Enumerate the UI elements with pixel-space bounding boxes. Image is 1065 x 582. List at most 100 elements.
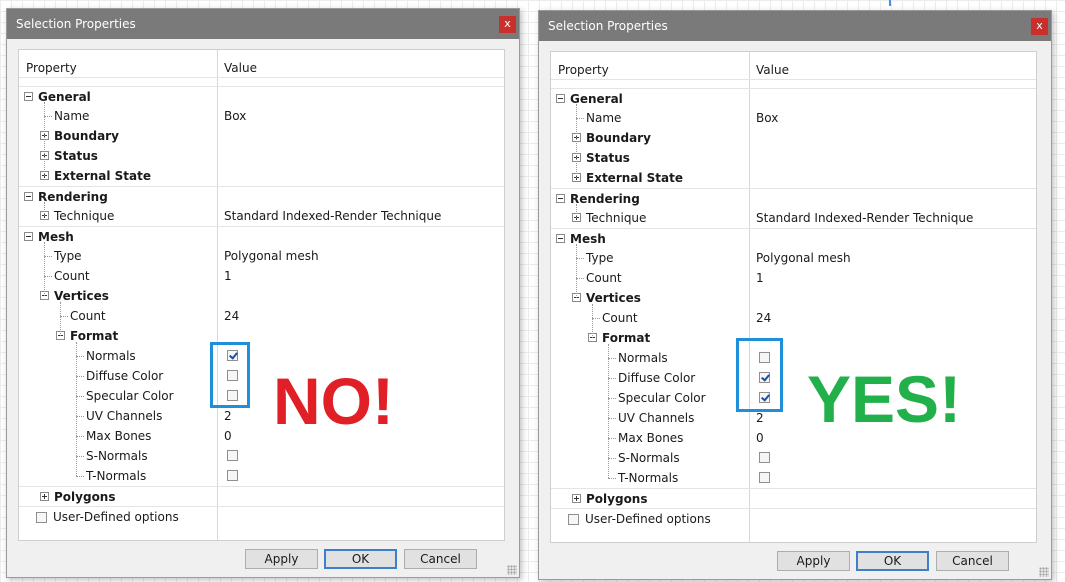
property-row-specular-color[interactable]: Specular Color bbox=[551, 388, 1036, 408]
checkbox-highlight-box bbox=[210, 342, 250, 408]
property-row-user-defined-options[interactable]: User-Defined options bbox=[19, 506, 504, 526]
property-label: Status bbox=[586, 151, 630, 165]
selection-properties-dialog-right: Selection Properties x Property Value Genera… bbox=[538, 10, 1052, 580]
tree-connector bbox=[76, 376, 84, 377]
property-row-format[interactable]: Format bbox=[19, 326, 504, 346]
property-label: Count bbox=[586, 271, 622, 285]
property-label: S-Normals bbox=[618, 451, 680, 465]
property-row-mesh[interactable]: Mesh bbox=[551, 228, 1036, 248]
property-label: Technique bbox=[586, 211, 647, 225]
property-row-s-normals[interactable]: S-Normals bbox=[551, 448, 1036, 468]
property-row-count[interactable]: Count 1 bbox=[551, 268, 1036, 288]
resize-grip-icon[interactable] bbox=[507, 565, 517, 575]
tree-guide bbox=[60, 302, 61, 336]
property-value: Polygonal mesh bbox=[756, 251, 851, 265]
apply-button[interactable]: Apply bbox=[245, 549, 318, 569]
property-label: Diffuse Color bbox=[618, 371, 696, 385]
property-row-max-bones[interactable]: Max Bones 0 bbox=[551, 428, 1036, 448]
property-row-t-normals[interactable]: T-Normals bbox=[19, 466, 504, 486]
property-value: 1 bbox=[224, 269, 232, 283]
property-row-type[interactable]: Type Polygonal mesh bbox=[551, 248, 1036, 268]
tree-guide bbox=[576, 104, 577, 178]
property-row-diffuse-color[interactable]: Diffuse Color bbox=[19, 366, 504, 386]
property-row-specular-color[interactable]: Specular Color bbox=[19, 386, 504, 406]
collapse-icon[interactable] bbox=[24, 192, 33, 201]
property-row-polygons[interactable]: Polygons bbox=[19, 486, 504, 506]
s-normals-checkbox[interactable] bbox=[227, 450, 238, 461]
property-row-type[interactable]: Type Polygonal mesh bbox=[19, 246, 504, 266]
property-row-user-defined-options[interactable]: User-Defined options bbox=[551, 508, 1036, 528]
tree-connector bbox=[576, 258, 584, 259]
collapse-icon[interactable] bbox=[556, 234, 565, 243]
property-row-name[interactable]: Name Box bbox=[551, 108, 1036, 128]
property-value: 1 bbox=[756, 271, 764, 285]
property-row-status[interactable]: Status bbox=[19, 146, 504, 166]
tree-guide bbox=[576, 244, 577, 298]
property-row-max-bones[interactable]: Max Bones 0 bbox=[19, 426, 504, 446]
grid-header: Property Value bbox=[19, 58, 504, 78]
property-label: Type bbox=[54, 249, 82, 263]
apply-button[interactable]: Apply bbox=[777, 551, 850, 571]
property-row-boundary[interactable]: Boundary bbox=[19, 126, 504, 146]
close-button[interactable]: x bbox=[1031, 18, 1048, 35]
property-row-technique[interactable]: Technique Standard Indexed-Render Techniq… bbox=[551, 208, 1036, 228]
yes-annotation: YES! bbox=[807, 362, 962, 436]
property-row-normals[interactable]: Normals bbox=[551, 348, 1036, 368]
property-label: Boundary bbox=[54, 129, 119, 143]
property-row-external-state[interactable]: External State bbox=[551, 168, 1036, 188]
property-row-vertex-count[interactable]: Count 24 bbox=[551, 308, 1036, 328]
s-normals-checkbox[interactable] bbox=[759, 452, 770, 463]
t-normals-checkbox[interactable] bbox=[227, 470, 238, 481]
collapse-icon[interactable] bbox=[556, 94, 565, 103]
value-column-header: Value bbox=[756, 63, 789, 77]
property-row-general[interactable]: General bbox=[551, 88, 1036, 108]
property-value: Box bbox=[224, 109, 247, 123]
resize-grip-icon[interactable] bbox=[1039, 567, 1049, 577]
property-row-boundary[interactable]: Boundary bbox=[551, 128, 1036, 148]
property-row-mesh[interactable]: Mesh bbox=[19, 226, 504, 246]
ok-button[interactable]: OK bbox=[324, 549, 397, 569]
property-label: T-Normals bbox=[86, 469, 147, 483]
property-row-t-normals[interactable]: T-Normals bbox=[551, 468, 1036, 488]
property-row-s-normals[interactable]: S-Normals bbox=[19, 446, 504, 466]
property-row-format[interactable]: Format bbox=[551, 328, 1036, 348]
property-row-status[interactable]: Status bbox=[551, 148, 1036, 168]
expand-icon[interactable] bbox=[40, 492, 49, 501]
title-bar: Selection Properties x bbox=[539, 11, 1051, 41]
property-row-rendering[interactable]: Rendering bbox=[19, 186, 504, 206]
property-row-uv-channels[interactable]: UV Channels 2 bbox=[551, 408, 1036, 428]
user-defined-options-checkbox[interactable] bbox=[36, 512, 47, 523]
property-label: Format bbox=[602, 331, 651, 345]
property-row-vertices[interactable]: Vertices bbox=[551, 288, 1036, 308]
tree-connector bbox=[44, 256, 52, 257]
cancel-button[interactable]: Cancel bbox=[404, 549, 477, 569]
ok-button[interactable]: OK bbox=[856, 551, 929, 571]
property-label: UV Channels bbox=[86, 409, 163, 423]
user-defined-options-checkbox[interactable] bbox=[568, 514, 579, 525]
property-row-count[interactable]: Count 1 bbox=[19, 266, 504, 286]
property-row-uv-channels[interactable]: UV Channels 2 bbox=[19, 406, 504, 426]
collapse-icon[interactable] bbox=[24, 232, 33, 241]
property-row-general[interactable]: General bbox=[19, 86, 504, 106]
property-row-external-state[interactable]: External State bbox=[19, 166, 504, 186]
cancel-button[interactable]: Cancel bbox=[936, 551, 1009, 571]
property-row-vertex-count[interactable]: Count 24 bbox=[19, 306, 504, 326]
tree-connector bbox=[576, 118, 584, 119]
property-value: 24 bbox=[224, 309, 240, 323]
collapse-icon[interactable] bbox=[556, 194, 565, 203]
property-row-technique[interactable]: Technique Standard Indexed-Render Techniq… bbox=[19, 206, 504, 226]
property-row-normals[interactable]: Normals bbox=[19, 346, 504, 366]
tree-connector bbox=[608, 398, 616, 399]
property-label: Normals bbox=[618, 351, 668, 365]
close-button[interactable]: x bbox=[499, 16, 516, 33]
title-bar: Selection Properties x bbox=[7, 9, 519, 39]
property-row-name[interactable]: Name Box bbox=[19, 106, 504, 126]
property-row-diffuse-color[interactable]: Diffuse Color bbox=[551, 368, 1036, 388]
property-row-vertices[interactable]: Vertices bbox=[19, 286, 504, 306]
property-label: Count bbox=[70, 309, 106, 323]
property-row-polygons[interactable]: Polygons bbox=[551, 488, 1036, 508]
expand-icon[interactable] bbox=[572, 494, 581, 503]
collapse-icon[interactable] bbox=[24, 92, 33, 101]
property-row-rendering[interactable]: Rendering bbox=[551, 188, 1036, 208]
t-normals-checkbox[interactable] bbox=[759, 472, 770, 483]
